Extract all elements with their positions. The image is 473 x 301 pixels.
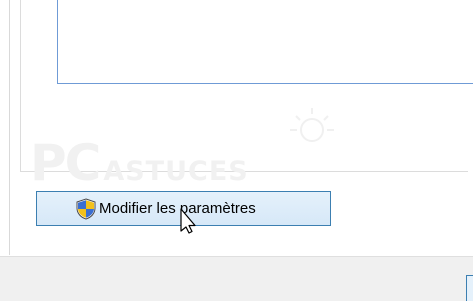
- settings-panel: PC ASTUCES Modifier les paramètres: [0, 0, 473, 255]
- dialog-footer: [0, 256, 473, 301]
- panel-left-border: [9, 0, 10, 255]
- mouse-pointer-icon: [180, 208, 196, 234]
- footer-button-edge[interactable]: [466, 275, 473, 301]
- uac-shield-icon: [76, 198, 96, 220]
- list-box[interactable]: [57, 0, 473, 84]
